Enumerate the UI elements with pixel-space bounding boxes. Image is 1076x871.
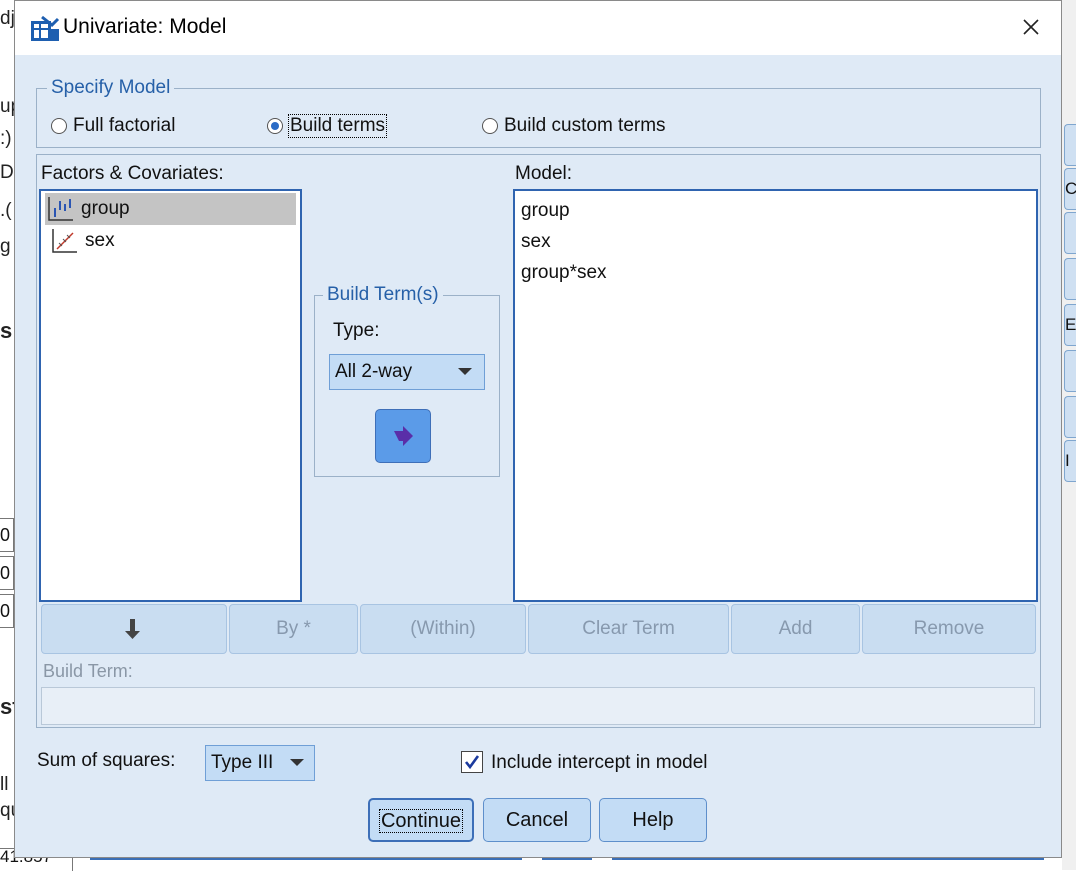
build-term-label: Build Term:: [43, 661, 133, 682]
down-arrow-button[interactable]: [41, 604, 227, 654]
move-to-model-button[interactable]: [375, 409, 431, 463]
bg-table-cell: 0: [0, 518, 14, 552]
sum-of-squares-value: Type III: [211, 752, 274, 773]
continue-button[interactable]: Continue: [368, 798, 474, 842]
model-term[interactable]: group: [515, 195, 1036, 226]
bg-fragment: up: [0, 96, 14, 117]
bg-side-button: [1064, 212, 1076, 254]
radio-circle: [51, 118, 67, 134]
bg-side-button: [1064, 124, 1076, 166]
type-label: Type:: [333, 320, 379, 342]
bg-fragment: s: [0, 318, 13, 343]
model-term[interactable]: sex: [515, 226, 1036, 257]
bg-fragment: :): [0, 128, 12, 149]
cancel-button[interactable]: Cancel: [483, 798, 591, 842]
bg-side-button: C: [1064, 168, 1076, 210]
background-window-left-edge: dj up :) DE .( g s st ll qu 0 0 0: [0, 0, 14, 870]
model-label-text: Model:: [515, 163, 573, 184]
sum-of-squares-label-text: Sum of squares:: [37, 750, 176, 771]
radio-build-custom-terms[interactable]: Build custom terms: [482, 115, 666, 137]
radio-label: Full factorial: [73, 115, 176, 136]
radio-label: Build custom terms: [504, 115, 666, 136]
chevron-down-icon: [290, 759, 304, 766]
model-terms-list[interactable]: group sex group*sex: [513, 189, 1038, 602]
list-item-sex[interactable]: sex: [45, 225, 300, 257]
build-term-label-text: Build Term:: [43, 661, 133, 681]
specify-model-legend: Specify Model: [47, 77, 175, 99]
list-item-label: group: [81, 198, 130, 219]
bg-fragment: .(: [0, 200, 12, 221]
within-button[interactable]: (Within): [360, 604, 526, 654]
help-button[interactable]: Help: [599, 798, 707, 842]
radio-label: Build terms: [287, 114, 388, 138]
continue-button-label: Continue: [378, 809, 464, 833]
list-item-group[interactable]: group: [45, 193, 296, 225]
remove-button[interactable]: Remove: [862, 604, 1036, 654]
bg-fragment: qu: [0, 800, 14, 821]
title-bar: Univariate: Model: [15, 1, 1061, 55]
radio-build-terms[interactable]: Build terms: [267, 114, 388, 138]
model-label: Model:: [515, 163, 572, 185]
close-icon[interactable]: [1019, 15, 1043, 39]
background-window-right-edge: C E I: [1062, 0, 1076, 870]
scale-ruler-icon: [52, 229, 77, 253]
factors-covariates-label: Factors & Covariates:: [41, 163, 224, 184]
nominal-bar-icon: [48, 197, 73, 221]
chevron-down-icon: [458, 368, 472, 375]
by-button[interactable]: By *: [229, 604, 358, 654]
spss-app-icon: [31, 15, 60, 41]
add-button[interactable]: Add: [731, 604, 860, 654]
type-label-text: Type:: [333, 320, 380, 341]
build-term-field[interactable]: [41, 687, 1035, 725]
bg-fragment: st: [0, 694, 14, 719]
radio-circle: [482, 118, 498, 134]
build-terms-legend: Build Term(s): [323, 284, 443, 306]
bg-side-button: [1064, 350, 1076, 392]
univariate-model-dialog: Univariate: Model Specify Model Full fac…: [14, 0, 1062, 858]
sum-of-squares-dropdown[interactable]: Type III: [205, 745, 315, 781]
type-dropdown-value: All 2-way: [335, 361, 413, 382]
bg-side-button: E: [1064, 304, 1076, 346]
bg-side-button: [1064, 258, 1076, 300]
bg-fragment: g: [0, 236, 11, 257]
bg-fragment: ll: [0, 774, 9, 795]
include-intercept-label[interactable]: Include intercept in model: [491, 752, 708, 774]
sum-of-squares-label: Sum of squares:: [37, 750, 175, 772]
bg-side-button: I: [1064, 440, 1076, 482]
include-intercept-label-text: Include intercept in model: [491, 752, 708, 773]
radio-full-factorial[interactable]: Full factorial: [51, 115, 175, 137]
clear-term-button[interactable]: Clear Term: [528, 604, 729, 654]
bg-side-button: [1064, 396, 1076, 438]
model-term[interactable]: group*sex: [515, 257, 1036, 288]
bg-fragment: dj: [0, 8, 14, 29]
arrow-right-icon: [394, 426, 413, 446]
checkmark-icon: [464, 755, 480, 770]
bg-table-cell: 0: [0, 594, 14, 628]
list-item-label: sex: [85, 230, 115, 251]
arrow-down-icon: [125, 618, 140, 639]
bg-fragment: DE: [0, 162, 14, 183]
dialog-title: Univariate: Model: [63, 15, 227, 38]
radio-circle-selected: [267, 118, 283, 134]
include-intercept-checkbox[interactable]: [461, 751, 483, 773]
bg-table-cell: 0: [0, 556, 14, 590]
type-dropdown[interactable]: All 2-way: [329, 354, 485, 390]
factors-covariates-list[interactable]: group sex: [39, 189, 302, 602]
